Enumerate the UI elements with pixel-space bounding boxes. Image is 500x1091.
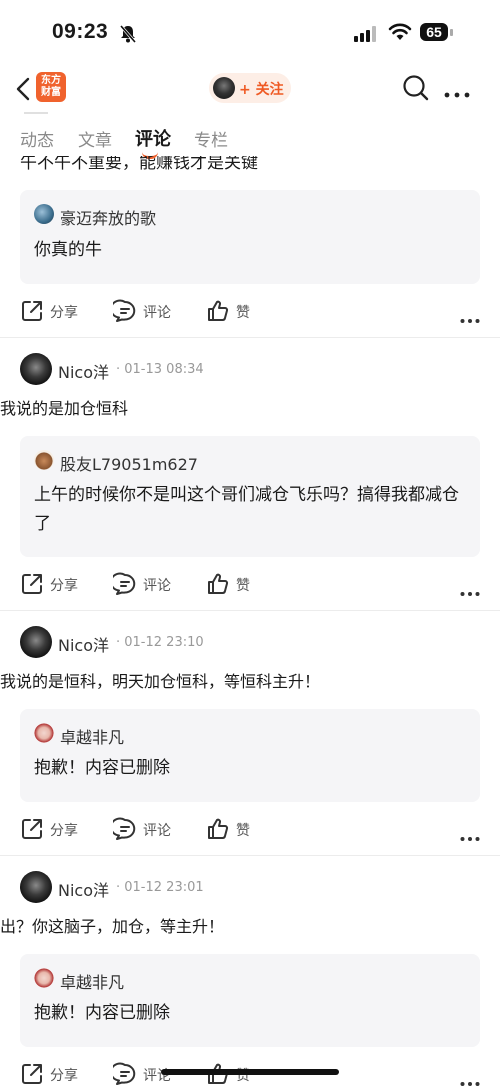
divider: [0, 855, 500, 856]
share-icon: [20, 572, 44, 600]
nav-bar: 东方 财富 + 关注: [0, 68, 500, 112]
action-bar: 分享 评论 赞: [0, 1060, 500, 1090]
follow-label: + 关注: [239, 82, 284, 98]
tab-dynamic[interactable]: 动态: [20, 126, 54, 151]
post-timestamp: · 01-12 23:10: [116, 635, 204, 650]
quoted-text: 上午的时候你不是叫这个哥们减仓飞乐吗？搞得我都减仓了: [34, 485, 459, 534]
thumbs-up-icon: [206, 572, 230, 600]
avatar: [34, 968, 54, 988]
post-timestamp: · 01-13 08:34: [116, 362, 204, 377]
quoted-text: 抱歉！内容已删除: [34, 758, 170, 778]
status-time: 09:23: [52, 20, 109, 43]
thumbs-up-icon: [206, 1062, 230, 1090]
quoted-comment[interactable]: 股友L79051m627 上午的时候你不是叫这个哥们减仓飞乐吗？搞得我都减仓了: [20, 436, 480, 557]
avatar: [213, 77, 235, 99]
quoted-text: 抱歉！内容已删除: [34, 1003, 170, 1023]
more-icon[interactable]: [444, 84, 470, 103]
divider: [0, 610, 500, 611]
author-name[interactable]: Nico洋: [58, 877, 109, 901]
quoted-author: 卓越非凡: [60, 973, 125, 992]
share-icon: [20, 1062, 44, 1090]
comment-icon: [110, 572, 137, 600]
action-bar: 分享 评论 赞: [0, 297, 500, 327]
quoted-author: 卓越非凡: [60, 728, 125, 747]
quoted-text: 你真的牛: [34, 240, 102, 260]
action-bar: 分享 评论 赞: [0, 570, 500, 600]
tab-bar: 动态 文章 评论 专栏: [0, 112, 500, 159]
thumbs-up-icon: [206, 817, 230, 845]
share-icon: [20, 817, 44, 845]
author-name[interactable]: Nico洋: [58, 632, 109, 656]
comment-icon: [110, 1062, 137, 1090]
post-timestamp: · 01-12 23:01: [116, 880, 204, 895]
divider: [24, 112, 48, 114]
more-icon[interactable]: [460, 309, 480, 328]
avatar[interactable]: [20, 353, 52, 385]
wifi-icon: [388, 22, 412, 46]
back-icon[interactable]: [14, 74, 32, 108]
comment-icon: [110, 299, 137, 327]
author-name[interactable]: Nico洋: [58, 359, 109, 383]
more-icon[interactable]: [460, 582, 480, 601]
app-logo: 东方 财富: [36, 72, 66, 102]
thumbs-up-icon: [206, 299, 230, 327]
post-text: 午不午不重要，能赚钱才是关键: [20, 156, 258, 173]
bell-muted-icon: [118, 24, 138, 48]
quoted-comment[interactable]: 豪迈奔放的歌 你真的牛: [20, 190, 480, 284]
cellular-signal-icon: [354, 26, 378, 46]
avatar[interactable]: [20, 626, 52, 658]
avatar[interactable]: [20, 871, 52, 903]
share-icon: [20, 299, 44, 327]
home-indicator[interactable]: [161, 1069, 339, 1075]
tab-columns[interactable]: 专栏: [194, 126, 228, 151]
battery-level: 65: [420, 23, 448, 41]
search-icon[interactable]: [402, 74, 430, 106]
avatar: [34, 204, 54, 224]
quoted-author: 豪迈奔放的歌: [60, 209, 157, 228]
comment-icon: [110, 817, 137, 845]
post-text: 我说的是加仓恒科: [0, 399, 129, 418]
quoted-author: 股友L79051m627: [60, 455, 198, 474]
quoted-comment[interactable]: 卓越非凡 抱歉！内容已删除: [20, 709, 480, 802]
follow-button[interactable]: + 关注: [209, 73, 291, 103]
tab-comments[interactable]: 评论: [135, 125, 171, 151]
quoted-comment[interactable]: 卓越非凡 抱歉！内容已删除: [20, 954, 480, 1047]
post-text: 我说的是恒科，明天加仓恒科，等恒科主升！: [0, 672, 321, 691]
post-text: 出？你这脑子，加仓，等主升！: [0, 917, 225, 936]
more-icon[interactable]: [460, 827, 480, 846]
more-icon[interactable]: [460, 1072, 480, 1091]
divider: [0, 337, 500, 338]
avatar: [34, 450, 54, 470]
tab-articles[interactable]: 文章: [78, 126, 112, 151]
avatar: [34, 723, 54, 743]
action-bar: 分享 评论 赞: [0, 815, 500, 845]
status-bar: 09:23 65: [0, 0, 500, 68]
battery-icon: 65: [420, 23, 454, 43]
